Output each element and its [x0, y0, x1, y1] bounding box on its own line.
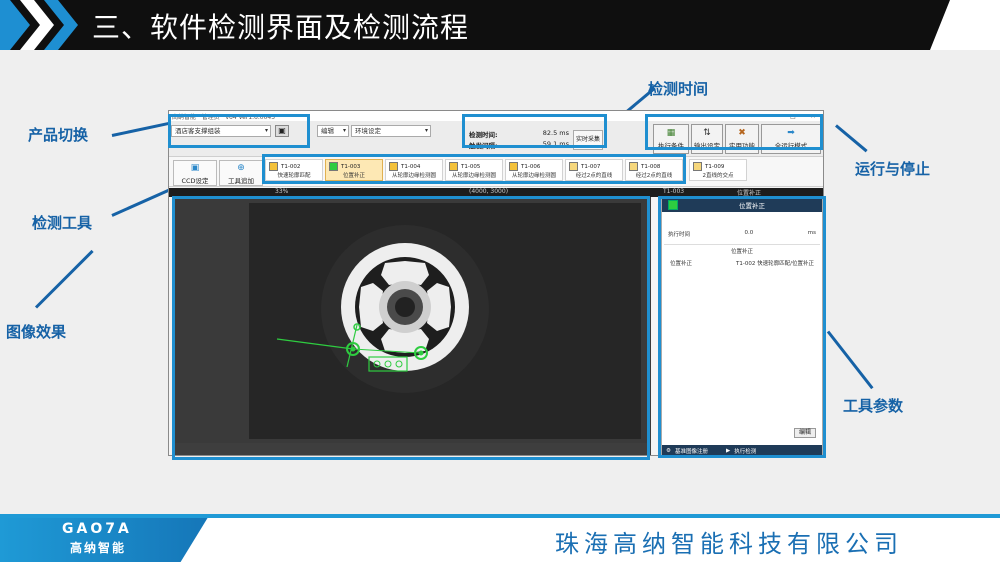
label-product-switch: 产品切换	[28, 126, 89, 144]
highlight-run-stop	[645, 114, 823, 150]
add-tool-button[interactable]: ⊕ 工具追加	[219, 160, 263, 186]
slide-title-bar: 三、软件检测界面及检测流程	[0, 0, 1000, 50]
ccd-setting-button[interactable]: ▣ CCD设定	[173, 160, 217, 186]
highlight-image-view	[172, 196, 650, 460]
company-name: 珠海高纳智能科技有限公司	[555, 530, 903, 558]
annotation-line	[835, 124, 868, 153]
highlight-detection-tools	[262, 154, 686, 184]
title-accent-decoration	[930, 0, 1000, 50]
company-logo: GAO7A	[62, 521, 132, 537]
header-tool-id: T1-003	[663, 188, 685, 195]
environment-settings-select[interactable]: 环境设定 ▾	[351, 125, 431, 137]
slide-title: 三、软件检测界面及检测流程	[92, 11, 470, 44]
highlight-tool-params	[658, 196, 826, 458]
label-detection-time: 检测时间	[648, 80, 709, 98]
footer-stripe	[0, 514, 1000, 518]
chevron-down-icon: ▾	[424, 127, 428, 134]
tool-item[interactable]: T1-009 2直线的交点	[689, 159, 747, 181]
zoom-level: 33%	[275, 188, 289, 195]
annotation-line	[34, 249, 94, 309]
label-run-stop: 运行与停止	[855, 160, 931, 178]
label-tool-params: 工具参数	[843, 397, 904, 415]
label-detection-tools: 检测工具	[32, 214, 93, 232]
annotation-line	[826, 330, 874, 390]
highlight-product-switch	[168, 114, 310, 148]
highlight-detection-time	[462, 114, 607, 148]
image-size: (4000, 3000)	[469, 188, 509, 195]
annotation-line	[111, 121, 170, 137]
title-stripes-decoration	[0, 0, 78, 50]
edit-menu[interactable]: 编辑 ▾	[317, 125, 349, 137]
chevron-down-icon: ▾	[342, 127, 346, 134]
camera-icon: ▣	[190, 163, 200, 173]
label-image-effect: 图像效果	[6, 323, 67, 341]
tool-icon	[693, 162, 702, 171]
add-icon: ⊕	[237, 163, 245, 173]
company-logo-subtitle: 高纳智能	[70, 541, 127, 555]
